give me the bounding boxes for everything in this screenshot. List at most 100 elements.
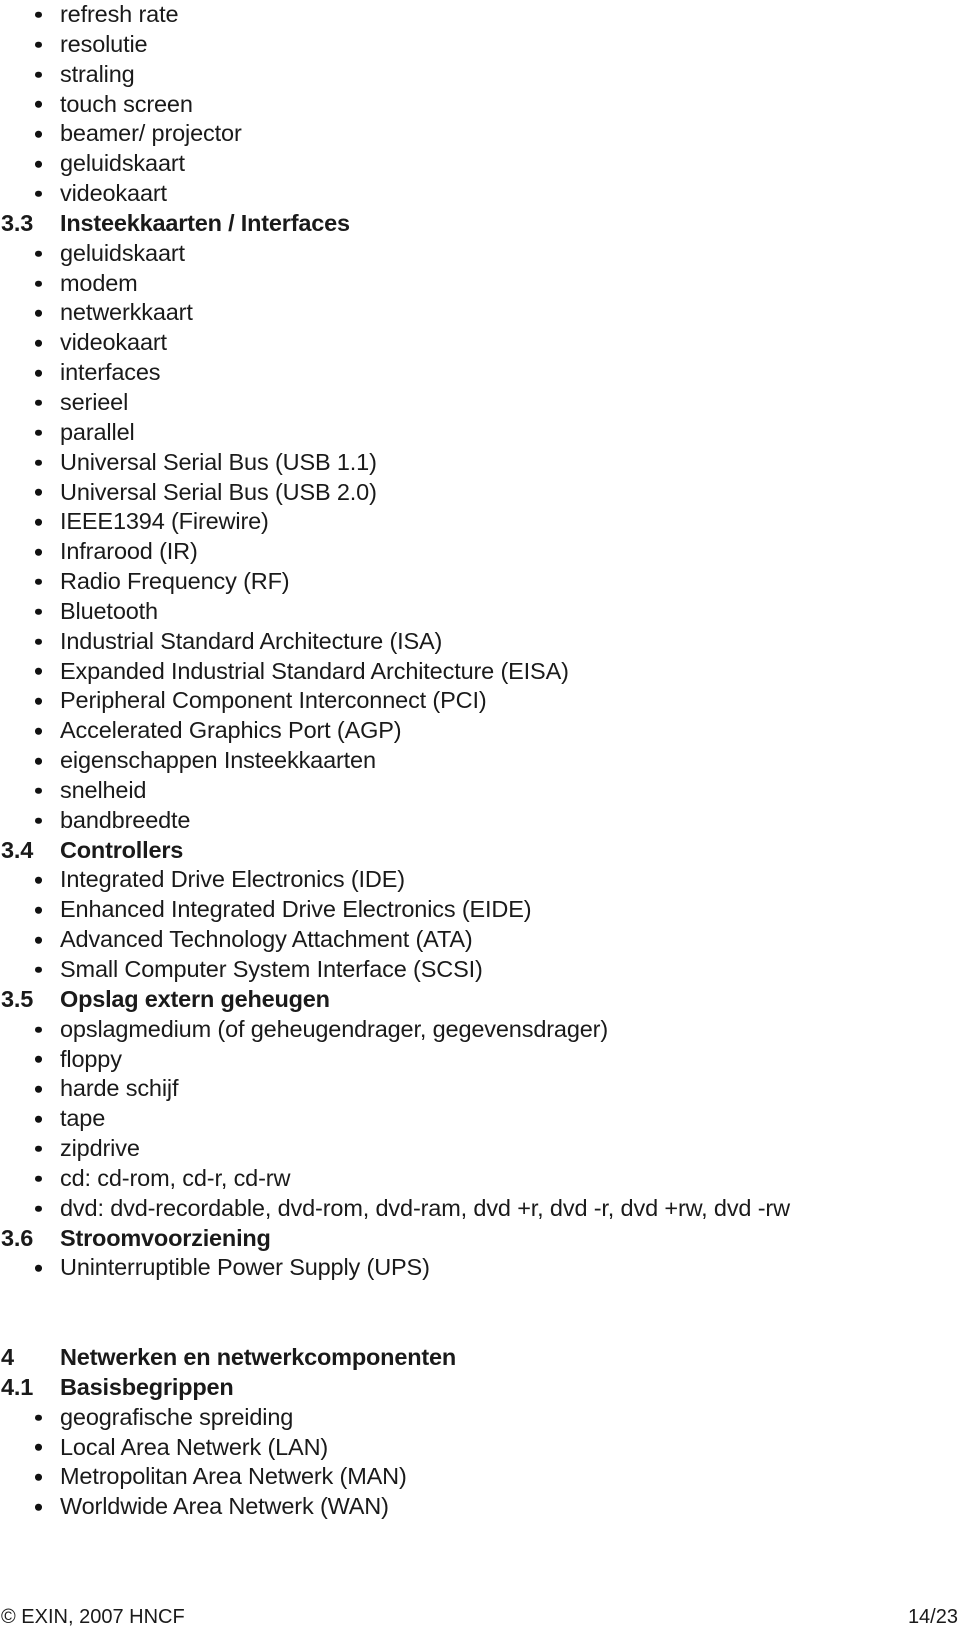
list-item-label: harde schijf [60, 1075, 179, 1102]
footer-page-number: 14/23 [907, 1606, 958, 1628]
vertical-spacer [0, 1283, 960, 1313]
list-item-label: Accelerated Graphics Port (AGP) [60, 717, 402, 744]
bullet-point-icon [35, 369, 42, 377]
document-page: refresh rate resolutie straling touch scree… [0, 0, 960, 1649]
list-item: geografische spreiding [0, 1403, 960, 1433]
bullet-point-icon [35, 1205, 42, 1212]
page-footer: © EXIN, 2007 HNCF 14/23 [0, 1602, 960, 1632]
list-item-label: Integrated Drive Electronics (IDE) [60, 866, 405, 893]
list-item-label: geluidskaart [60, 150, 185, 177]
list-item: touch screen [0, 90, 960, 120]
list-item-label: straling [60, 60, 135, 87]
bullet-point-icon [35, 727, 42, 735]
list-item-label: opslagmedium (of geheugendrager, gegeven… [60, 1015, 609, 1042]
list-item: eigenschappen Insteekkaarten [0, 746, 960, 776]
list-item: Universal Serial Bus (USB 2.0) [0, 478, 960, 508]
section-title: Insteekkaarten / Interfaces [60, 209, 350, 236]
bullet-point-icon [35, 310, 42, 317]
list-item-label: Uninterruptible Power Supply (UPS) [60, 1254, 430, 1281]
list-item: Peripheral Component Interconnect (PCI) [0, 686, 960, 716]
bullet-point-icon [35, 339, 42, 347]
section-title: Stroomvoorziening [60, 1224, 271, 1251]
list-item: snelheid [0, 776, 960, 806]
bullet-point-icon [35, 966, 42, 974]
list-item: Infrarood (IR) [0, 537, 960, 567]
bullet-point-icon [35, 1115, 42, 1123]
list-item: resolutie [0, 30, 960, 60]
bullet-point-icon [35, 1474, 42, 1481]
list-item: Metropolitan Area Netwerk (MAN) [0, 1462, 960, 1492]
bullet-point-icon [35, 1086, 42, 1093]
list-item: netwerkkaart [0, 298, 960, 328]
bullet-point-icon [35, 608, 42, 616]
list-item: Local Area Netwerk (LAN) [0, 1433, 960, 1463]
list-item-label: bandbreedte [60, 806, 191, 833]
list-item: tape [0, 1104, 960, 1134]
bullet-point-icon [35, 906, 42, 914]
bullet-point-icon [35, 280, 42, 287]
bullet-point-icon [35, 1503, 42, 1511]
list-item: dvd: dvd-recordable, dvd-rom, dvd-ram, d… [0, 1194, 960, 1224]
list-item-label: zipdrive [60, 1135, 140, 1162]
list-item-label: netwerkkaart [60, 299, 193, 326]
section-number: 3.4 [1, 836, 34, 863]
section-number: 4 [1, 1343, 14, 1370]
list-item-label: Bluetooth [60, 597, 158, 624]
bullet-point-icon [35, 638, 42, 645]
list-item: beamer/ projector [0, 119, 960, 149]
list-item: Radio Frequency (RF) [0, 567, 960, 597]
bullet-point-icon [35, 1444, 42, 1451]
section-heading: 4 Netwerken en netwerkcomponenten [0, 1343, 960, 1373]
list-item-label: refresh rate [60, 1, 179, 27]
section-heading: 3.4 Controllers [0, 836, 960, 866]
list-item: modem [0, 269, 960, 299]
bullet-point-icon [35, 787, 42, 795]
document-body: refresh rate resolutie straling touch scree… [0, 0, 960, 1522]
list-item: interfaces [0, 358, 960, 388]
list-item-label: Worldwide Area Netwerk (WAN) [60, 1493, 389, 1520]
bullet-point-icon [35, 1056, 42, 1063]
section-number: 3.3 [1, 209, 34, 236]
list-item-label: floppy [60, 1045, 122, 1072]
section-number: 3.6 [1, 1224, 34, 1251]
list-item-label: parallel [60, 418, 135, 445]
list-item-label: videokaart [60, 180, 167, 207]
section-heading: 3.3 Insteekkaarten / Interfaces [0, 209, 960, 239]
bullet-point-icon [35, 698, 42, 705]
bullet-point-icon [35, 578, 42, 586]
section-heading: 4.1 Basisbegrippen [0, 1373, 960, 1403]
list-item-label: cd: cd-rom, cd-r, cd-rw [60, 1164, 291, 1191]
bullet-point-icon [35, 757, 42, 765]
bullet-point-icon [35, 160, 42, 168]
list-item: geluidskaart [0, 239, 960, 269]
list-item: IEEE1394 (Firewire) [0, 507, 960, 537]
list-item: Integrated Drive Electronics (IDE) [0, 865, 960, 895]
bullet-point-icon [35, 489, 42, 496]
list-item-label: interfaces [60, 359, 161, 386]
list-item-label: Infrarood (IR) [60, 538, 198, 565]
bullet-point-icon [35, 250, 42, 257]
bullet-point-icon [35, 519, 42, 526]
list-item-label: Industrial Standard Architecture (ISA) [60, 627, 443, 654]
bullet-point-icon [35, 399, 42, 407]
list-item-label: Radio Frequency (RF) [60, 568, 290, 595]
list-item: videokaart [0, 179, 960, 209]
list-item-label: Universal Serial Bus (USB 2.0) [60, 478, 377, 505]
bullet-point-icon [35, 131, 42, 138]
list-item-label: Metropolitan Area Netwerk (MAN) [60, 1463, 407, 1490]
list-item: harde schijf [0, 1074, 960, 1104]
bullet-point-icon [35, 459, 42, 466]
bullet-point-icon [35, 41, 42, 49]
bullet-point-icon [35, 11, 42, 19]
list-item-label: modem [60, 269, 138, 296]
vertical-spacer [0, 1313, 960, 1343]
section-heading: 3.5 Opslag extern geheugen [0, 985, 960, 1015]
list-item-label: beamer/ projector [60, 120, 242, 147]
list-item-label: Enhanced Integrated Drive Electronics (E… [60, 896, 532, 923]
bullet-point-icon [35, 71, 42, 78]
list-item: Universal Serial Bus (USB 1.1) [0, 448, 960, 478]
section-title: Opslag extern geheugen [60, 985, 330, 1012]
section-heading: 3.6 Stroomvoorziening [0, 1224, 960, 1254]
list-item: cd: cd-rom, cd-r, cd-rw [0, 1164, 960, 1194]
bullet-point-icon [35, 668, 42, 675]
